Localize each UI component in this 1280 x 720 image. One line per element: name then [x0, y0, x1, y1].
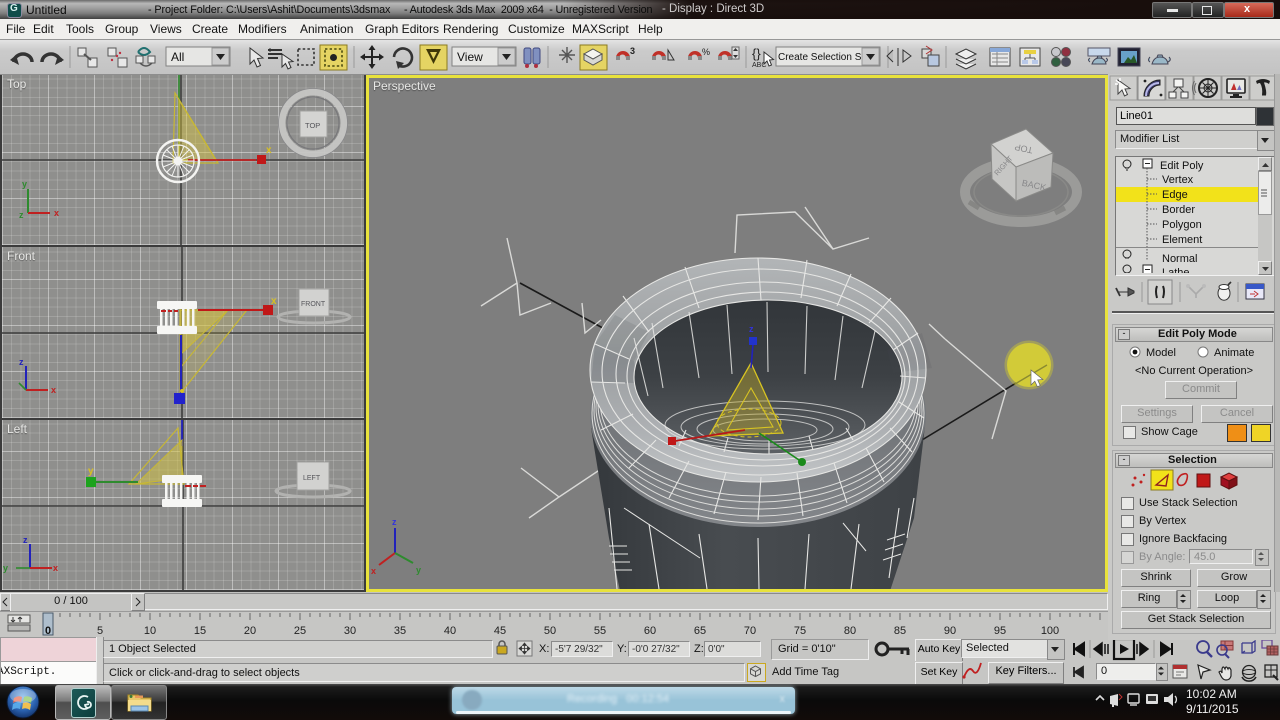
- svg-text:85: 85: [894, 625, 906, 637]
- svg-text:<No Current Operation>: <No Current Operation>: [1135, 365, 1253, 377]
- svg-text:5: 5: [97, 625, 103, 637]
- svg-text:70: 70: [744, 625, 756, 637]
- svg-text:45: 45: [494, 625, 506, 637]
- svg-text:100: 100: [1041, 625, 1059, 637]
- svg-text:80: 80: [844, 625, 856, 637]
- svg-text:x: x: [271, 296, 277, 307]
- svg-text:Normal: Normal: [1162, 253, 1197, 265]
- svg-text:x: x: [266, 145, 272, 156]
- svg-text:y: y: [3, 563, 8, 573]
- svg-text:25: 25: [294, 625, 306, 637]
- svg-text:z: z: [19, 210, 24, 220]
- svg-text:95: 95: [994, 625, 1006, 637]
- svg-text:z: z: [19, 357, 24, 367]
- svg-text:55: 55: [594, 625, 606, 637]
- svg-text:Element: Element: [1162, 234, 1202, 246]
- svg-text:z: z: [23, 535, 28, 545]
- svg-text:20: 20: [244, 625, 256, 637]
- svg-text:All: All: [171, 50, 184, 64]
- svg-text:x: x: [51, 385, 56, 395]
- svg-text:y: y: [88, 466, 94, 477]
- svg-text:10: 10: [144, 625, 156, 637]
- svg-text:TOP: TOP: [305, 121, 320, 130]
- svg-text:View: View: [457, 50, 483, 64]
- svg-text:Border: Border: [1162, 204, 1195, 216]
- svg-text:60: 60: [644, 625, 656, 637]
- svg-text:Edge: Edge: [1162, 189, 1188, 201]
- svg-text:Create Selection Set: Create Selection Set: [778, 52, 870, 63]
- svg-text:Vertex: Vertex: [1162, 174, 1194, 186]
- svg-text:35: 35: [394, 625, 406, 637]
- svg-text:x: x: [371, 566, 376, 576]
- svg-text:50: 50: [544, 625, 556, 637]
- svg-text:Lathe: Lathe: [1162, 267, 1190, 273]
- svg-text:75: 75: [794, 625, 806, 637]
- svg-text:Polygon: Polygon: [1162, 219, 1202, 231]
- svg-text:65: 65: [694, 625, 706, 637]
- svg-text:z: z: [392, 517, 397, 527]
- svg-text:90: 90: [944, 625, 956, 637]
- svg-text:0: 0: [45, 625, 51, 637]
- svg-text:40: 40: [444, 625, 456, 637]
- svg-text:LEFT: LEFT: [303, 475, 321, 482]
- svg-text:Animate: Animate: [1214, 347, 1254, 359]
- svg-text:y: y: [416, 565, 421, 575]
- svg-text:{}: {}: [752, 46, 761, 61]
- svg-text:x: x: [53, 563, 58, 573]
- svg-text:%: %: [702, 47, 710, 57]
- svg-text:FRONT: FRONT: [301, 301, 326, 308]
- svg-text:y: y: [22, 179, 27, 189]
- svg-text:3: 3: [630, 46, 635, 56]
- svg-text:30: 30: [344, 625, 356, 637]
- svg-text:15: 15: [194, 625, 206, 637]
- svg-text:z: z: [749, 324, 754, 334]
- svg-text:x: x: [54, 208, 59, 218]
- svg-text:Edit Poly: Edit Poly: [1160, 160, 1204, 172]
- svg-text:Model: Model: [1146, 347, 1176, 359]
